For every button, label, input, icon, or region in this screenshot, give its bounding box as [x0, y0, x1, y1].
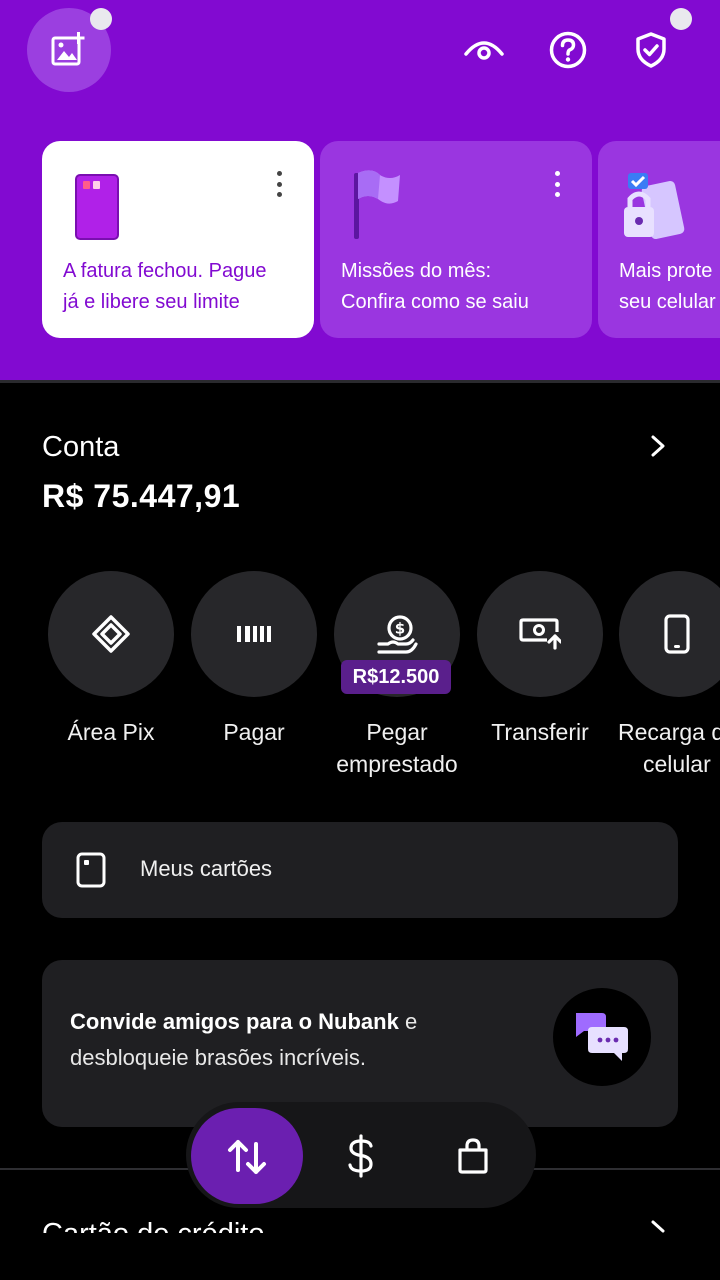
- add-photo-icon: [51, 32, 85, 66]
- card-menu-button[interactable]: [552, 171, 562, 197]
- help-button[interactable]: [546, 28, 590, 72]
- action-label-line: Recarga de: [618, 719, 720, 745]
- card-text-line: A fatura fechou. Pague: [63, 260, 267, 282]
- barcode-icon: [237, 626, 271, 642]
- my-cards-button[interactable]: Meus cartões: [42, 822, 678, 918]
- nav-transactions[interactable]: [191, 1108, 303, 1204]
- transactions-icon: [228, 1140, 266, 1174]
- missions-card[interactable]: Missões do mês: Confira como se saiu: [320, 141, 592, 338]
- invite-text: Convide amigos para o Nubank e desbloque…: [70, 1004, 417, 1076]
- header-divider: [0, 380, 720, 383]
- notification-dot: [90, 8, 112, 30]
- pix-area-button[interactable]: [48, 571, 174, 697]
- action-label-line: Pegar: [366, 719, 428, 745]
- invite-text-rest: e: [398, 1009, 418, 1034]
- pay-button[interactable]: [191, 571, 317, 697]
- chevron-right-icon[interactable]: [646, 1218, 670, 1234]
- loan-limit-badge: R$12.500: [341, 660, 451, 694]
- action-label: Recarga de celular: [602, 716, 720, 780]
- my-cards-label: Meus cartões: [140, 856, 273, 881]
- credit-card-icon: [75, 174, 119, 240]
- security-button[interactable]: [629, 28, 673, 72]
- phone-recharge-button[interactable]: [619, 571, 720, 697]
- phone-protection-card-text: Mais prote seu celular: [619, 256, 716, 318]
- flag-icon: [354, 170, 400, 239]
- chat-bubbles-icon: [576, 1013, 628, 1061]
- action-label: Área Pix: [67, 719, 155, 745]
- shield-check-icon: [636, 32, 666, 68]
- hide-balance-button[interactable]: [462, 28, 506, 72]
- invoice-card[interactable]: A fatura fechou. Pague já e libere seu l…: [42, 141, 314, 338]
- phone-icon: [664, 614, 690, 654]
- svg-text:$: $: [395, 620, 405, 638]
- bottom-nav: [186, 1102, 536, 1208]
- phone-lock-icon: [624, 173, 685, 240]
- account-balance: R$ 75.447,91: [42, 478, 241, 514]
- action-label-line: emprestado: [336, 751, 458, 777]
- card-text-line: já e libere seu limite: [63, 291, 240, 313]
- loan-hand-icon: $: [377, 615, 418, 654]
- missions-card-text: Missões do mês: Confira como se saiu: [341, 256, 529, 318]
- eye-icon: [464, 41, 504, 60]
- card-icon: [76, 852, 106, 888]
- dollar-icon: [348, 1134, 373, 1178]
- chevron-right-icon[interactable]: [646, 433, 670, 459]
- invite-text-line: desbloqueie brasões incríveis.: [70, 1045, 366, 1070]
- card-text-line: seu celular: [619, 291, 716, 313]
- bottom-area: [0, 1233, 720, 1280]
- help-icon: [549, 31, 587, 69]
- action-label-line: celular: [643, 751, 711, 777]
- card-text-line: Missões do mês:: [341, 260, 492, 282]
- account-title[interactable]: Conta: [42, 431, 119, 464]
- nav-money[interactable]: [305, 1108, 417, 1204]
- transfer-icon: [519, 618, 561, 650]
- credit-card-section-title[interactable]: Cartão de crédito: [42, 1218, 264, 1234]
- notification-dot: [670, 8, 692, 30]
- transfer-button[interactable]: [477, 571, 603, 697]
- chat-bubbles-badge: [553, 988, 651, 1086]
- phone-protection-card[interactable]: Mais prote seu celular: [598, 141, 720, 338]
- action-label: Transferir: [491, 719, 589, 745]
- action-label: Pegar emprestado: [317, 716, 477, 780]
- nav-shopping[interactable]: [417, 1108, 529, 1204]
- invite-text-bold: Convide amigos para o Nubank: [70, 1009, 399, 1034]
- pix-icon: [92, 615, 130, 653]
- card-menu-button[interactable]: [274, 171, 284, 197]
- card-text-line: Mais prote: [619, 260, 713, 282]
- card-text-line: Confira como se saiu: [341, 291, 529, 313]
- invoice-card-text: A fatura fechou. Pague já e libere seu l…: [63, 256, 267, 318]
- action-label: Pagar: [223, 719, 285, 745]
- shopping-bag-icon: [458, 1138, 488, 1174]
